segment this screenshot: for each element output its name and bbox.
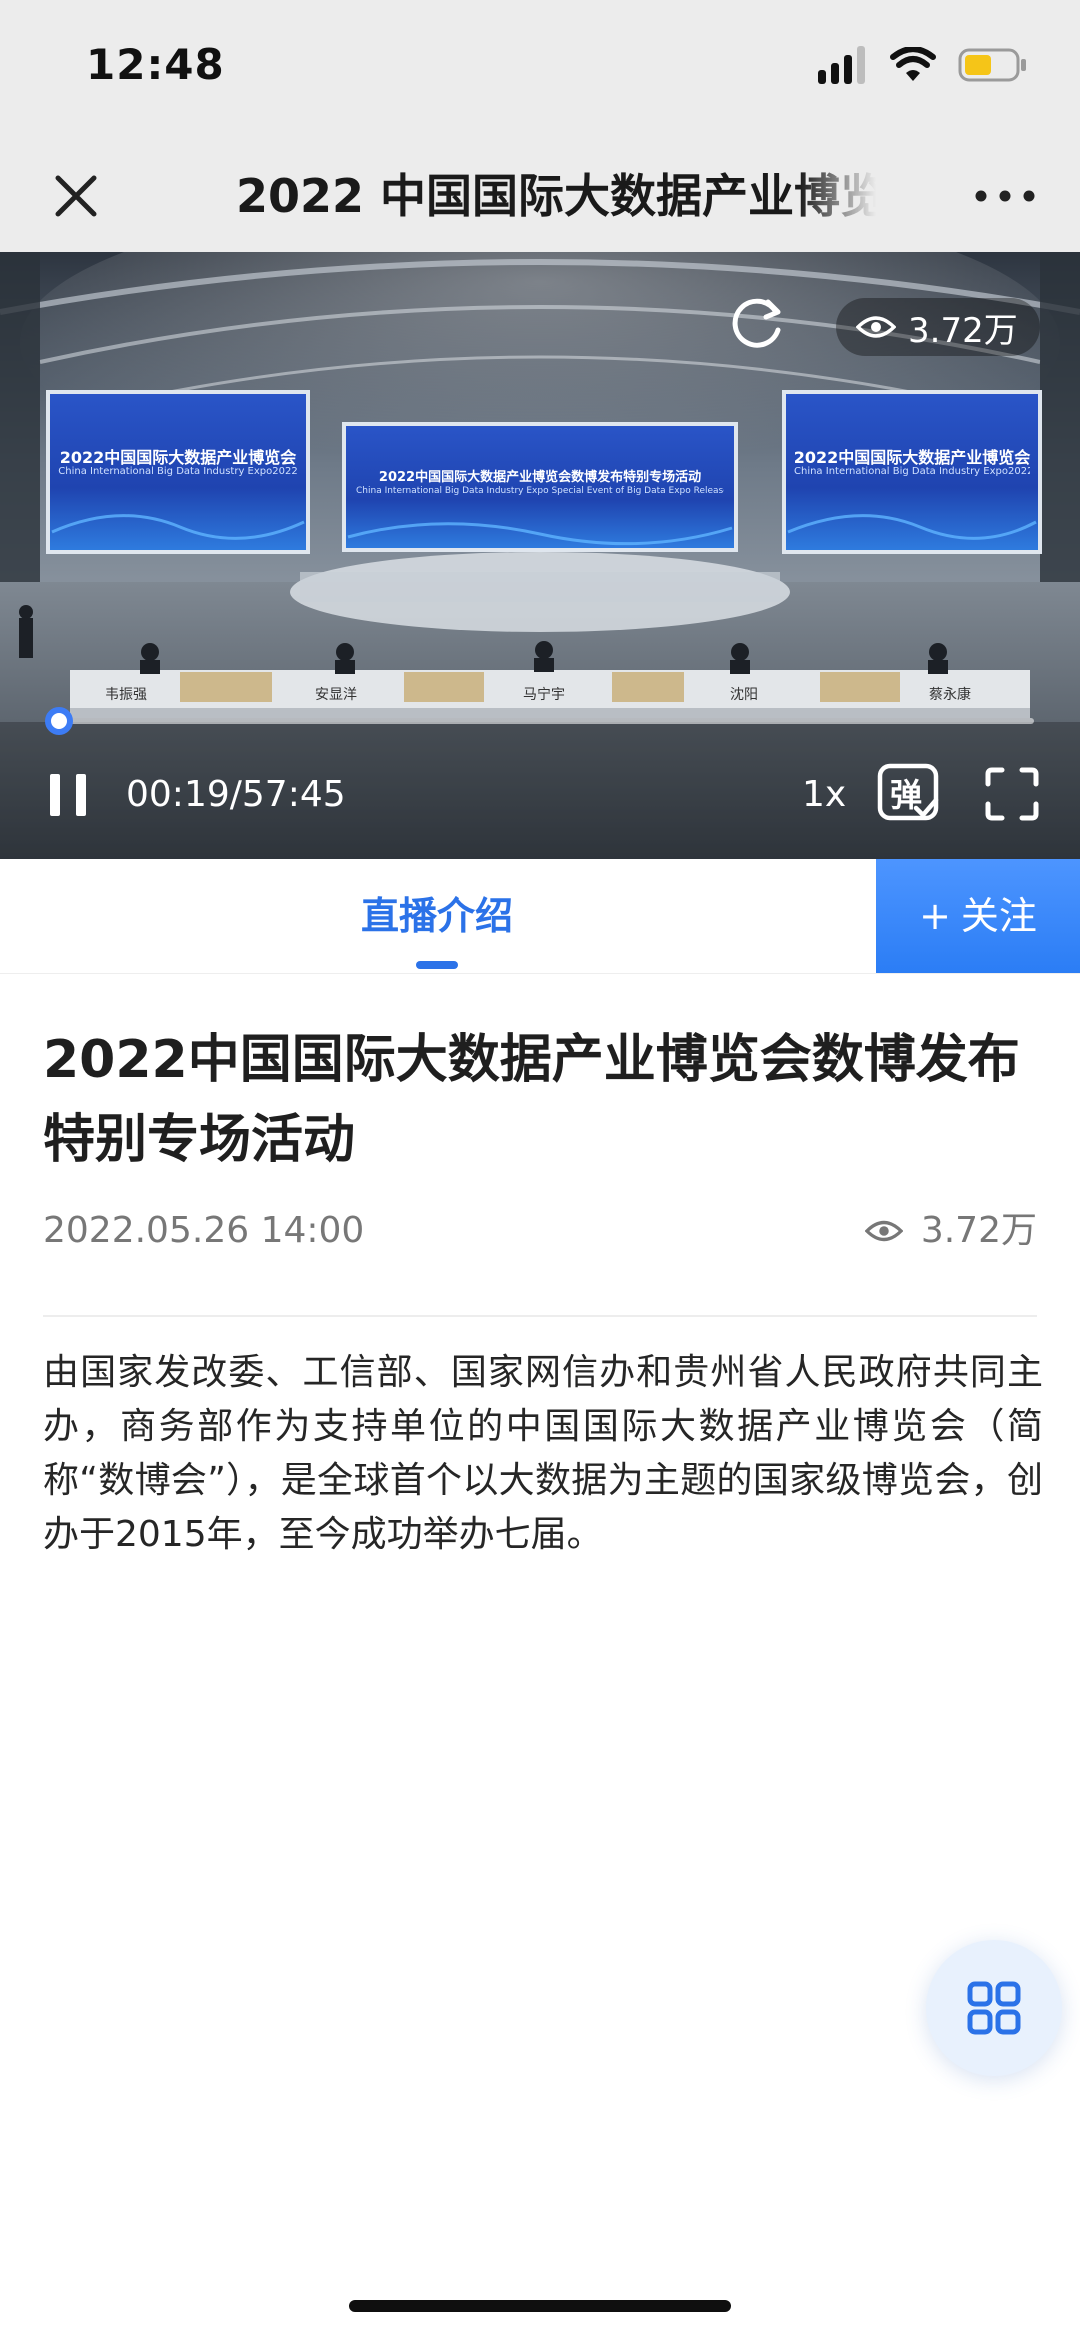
screen-center-subtitle: China International Big Data Industry Ex…: [356, 486, 724, 496]
floating-menu-button[interactable]: [926, 1940, 1062, 2076]
more-dots-icon[interactable]: [970, 168, 1040, 224]
screen-left-title: 2022中国国际大数据产业博览会: [59, 448, 297, 467]
video-progress-bar[interactable]: [45, 707, 1034, 735]
danmu-toggle-icon[interactable]: 弹: [876, 762, 940, 826]
fullscreen-icon[interactable]: [982, 764, 1042, 824]
nameplate: 沈阳: [730, 687, 758, 703]
time-separator: /: [229, 774, 242, 815]
plus-icon: +: [919, 894, 951, 938]
status-bar: 12:48: [0, 0, 1080, 140]
event-views: 3.72万: [864, 1203, 1037, 1259]
playback-speed-button[interactable]: 1x: [802, 770, 846, 820]
event-views-count: 3.72万: [920, 1210, 1037, 1251]
wifi-icon: [890, 47, 936, 81]
follow-label: 关注: [960, 894, 1037, 938]
current-time: 00:19: [126, 774, 230, 815]
refresh-icon[interactable]: [724, 290, 790, 356]
event-meta: 2022.05.26 14:00 3.72万: [43, 1203, 1037, 1259]
tab-bar: 直播介绍 + 关注: [0, 859, 1080, 974]
divider: [43, 1315, 1037, 1317]
video-time: 00:19/57:45: [126, 770, 346, 820]
pause-icon[interactable]: [46, 770, 90, 820]
screen-left-subtitle: China International Big Data Industry Ex…: [58, 466, 298, 477]
video-views-count: 3.72万: [908, 310, 1018, 351]
video-views-badge: 3.72万: [836, 298, 1040, 356]
duration: 57:45: [241, 774, 346, 815]
nameplate: 韦振强: [105, 687, 147, 703]
tab-live-intro[interactable]: 直播介绍: [330, 859, 544, 973]
close-icon[interactable]: [46, 166, 106, 226]
cellular-signal-icon: [818, 46, 868, 84]
nameplate: 蔡永康: [929, 687, 971, 703]
home-indicator[interactable]: [349, 2300, 731, 2312]
screen-center-title: 2022中国国际大数据产业博览会数博发布特别专场活动: [378, 470, 702, 485]
nameplate: 安显洋: [315, 687, 357, 703]
battery-icon: [958, 48, 1026, 82]
app-header: 12:48 2022 中国国际大数据产业博览: [0, 0, 1080, 252]
tab-live-intro-label: 直播介绍: [360, 894, 513, 938]
page-title: 2022 中国国际大数据产业博览: [236, 169, 876, 223]
video-player[interactable]: 2022中国国际大数据产业博览会 China International Big…: [0, 252, 1080, 859]
eye-icon: [864, 1220, 903, 1242]
screen-right-title: 2022中国国际大数据产业博览会: [793, 448, 1031, 467]
nav-bar: 2022 中国国际大数据产业博览: [0, 140, 1080, 252]
nameplate: 马宁宇: [523, 687, 565, 703]
grid-menu-icon: [967, 1981, 1021, 2035]
event-title: 2022中国国际大数据产业博览会数博发布特别专场活动: [43, 1030, 1020, 1170]
follow-button[interactable]: + 关注: [876, 859, 1080, 973]
eye-icon: [856, 316, 896, 338]
event-description: 由国家发改委、工信部、国家网信办和贵州省人民政府共同主办，商务部作为支持单位的中…: [43, 1352, 1043, 1555]
event-date: 2022.05.26 14:00: [43, 1210, 365, 1251]
screen-right-subtitle: China International Big Data Industry Ex…: [794, 466, 1030, 477]
status-icons: [818, 46, 1028, 84]
tab-active-indicator: [416, 961, 458, 969]
status-time: 12:48: [86, 40, 225, 89]
